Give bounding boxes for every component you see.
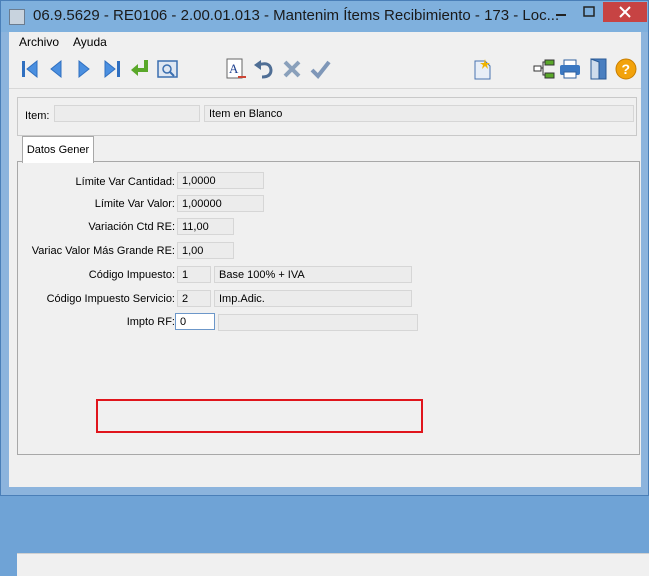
next-record-icon: [78, 59, 90, 79]
tree-icon: [533, 59, 555, 79]
codigo-impuesto-input[interactable]: 1: [177, 266, 211, 283]
font-edit-icon: A: [226, 58, 246, 79]
return-button[interactable]: [127, 55, 153, 83]
return-icon: [131, 60, 148, 76]
maximize-button[interactable]: [575, 2, 603, 22]
exit-button[interactable]: [585, 55, 611, 83]
application-window: 06.9.5629 - RE0106 - 2.00.01.013 - Mante…: [0, 0, 649, 576]
confirm-icon: [310, 60, 331, 80]
svg-text:A: A: [229, 61, 239, 76]
cancel-button[interactable]: [279, 55, 305, 83]
form-area: Item: Item en Blanco Datos Gener Límite …: [9, 89, 649, 576]
svg-text:?: ?: [622, 61, 631, 77]
limite-var-cantidad-input[interactable]: 1,0000: [177, 172, 264, 189]
undo-icon: [254, 60, 273, 79]
variac-valor-input[interactable]: 1,00: [177, 242, 234, 259]
first-record-icon: [22, 59, 38, 79]
last-record-icon: [104, 59, 120, 79]
tree-button[interactable]: [531, 55, 557, 83]
print-icon: [560, 59, 580, 79]
close-button[interactable]: [603, 2, 647, 22]
title-bar: 06.9.5629 - RE0106 - 2.00.01.013 - Mante…: [1, 1, 648, 32]
next-record-button[interactable]: [71, 55, 97, 83]
toolbar: A ?: [9, 52, 641, 89]
previous-record-button[interactable]: [43, 55, 69, 83]
impto-rf-desc: [218, 314, 418, 331]
menu-archivo[interactable]: Archivo: [19, 35, 59, 49]
app-icon: [9, 9, 25, 25]
limite-var-valor-input[interactable]: 1,00000: [177, 195, 264, 212]
undo-button[interactable]: [251, 55, 277, 83]
minimize-button[interactable]: [547, 2, 575, 22]
new-document-icon: [474, 59, 491, 80]
impto-rf-label: Impto RF:: [126, 316, 175, 328]
item-label: Item:: [25, 110, 50, 122]
close-icon: [619, 6, 631, 18]
limite-var-valor-label: Límite Var Valor:: [94, 198, 175, 210]
codigo-impuesto-label: Código Impuesto:: [88, 269, 175, 281]
font-edit-button[interactable]: A: [223, 55, 249, 83]
variac-valor-label: Variac Valor Más Grande RE:: [31, 245, 175, 257]
limite-var-cantidad-label: Límite Var Cantidad:: [75, 176, 175, 188]
tab-datos-generales[interactable]: Datos Gener: [22, 136, 94, 163]
preview-button[interactable]: [155, 55, 181, 83]
menu-bar: Archivo Ayuda: [9, 32, 641, 52]
window-title: 06.9.5629 - RE0106 - 2.00.01.013 - Mante…: [33, 7, 560, 24]
exit-door-icon: [590, 58, 607, 80]
variacion-ctd-re-label: Variación Ctd RE:: [88, 221, 175, 233]
previous-record-icon: [50, 59, 62, 79]
variacion-ctd-re-input[interactable]: 11,00: [177, 218, 234, 235]
item-header: Item: Item en Blanco: [17, 97, 637, 136]
help-button[interactable]: ?: [613, 55, 639, 83]
menu-ayuda[interactable]: Ayuda: [73, 35, 107, 49]
status-bar: [17, 553, 649, 576]
codigo-impuesto-servicio-label: Código Impuesto Servicio:: [46, 293, 175, 305]
preview-icon: [157, 60, 178, 78]
cancel-icon: [283, 60, 301, 78]
first-record-button[interactable]: [17, 55, 43, 83]
impto-rf-input[interactable]: 0: [175, 313, 215, 330]
codigo-impuesto-servicio-desc: Imp.Adic.: [214, 290, 412, 307]
help-icon: ?: [615, 58, 637, 80]
new-document-button[interactable]: [469, 55, 495, 83]
item-code-input[interactable]: [54, 105, 200, 122]
last-record-button[interactable]: [99, 55, 125, 83]
item-description: Item en Blanco: [204, 105, 634, 122]
codigo-impuesto-servicio-input[interactable]: 2: [177, 290, 211, 307]
codigo-impuesto-desc: Base 100% + IVA: [214, 266, 412, 283]
print-button[interactable]: [557, 55, 583, 83]
highlight-box: [96, 399, 423, 433]
confirm-button[interactable]: [307, 55, 333, 83]
